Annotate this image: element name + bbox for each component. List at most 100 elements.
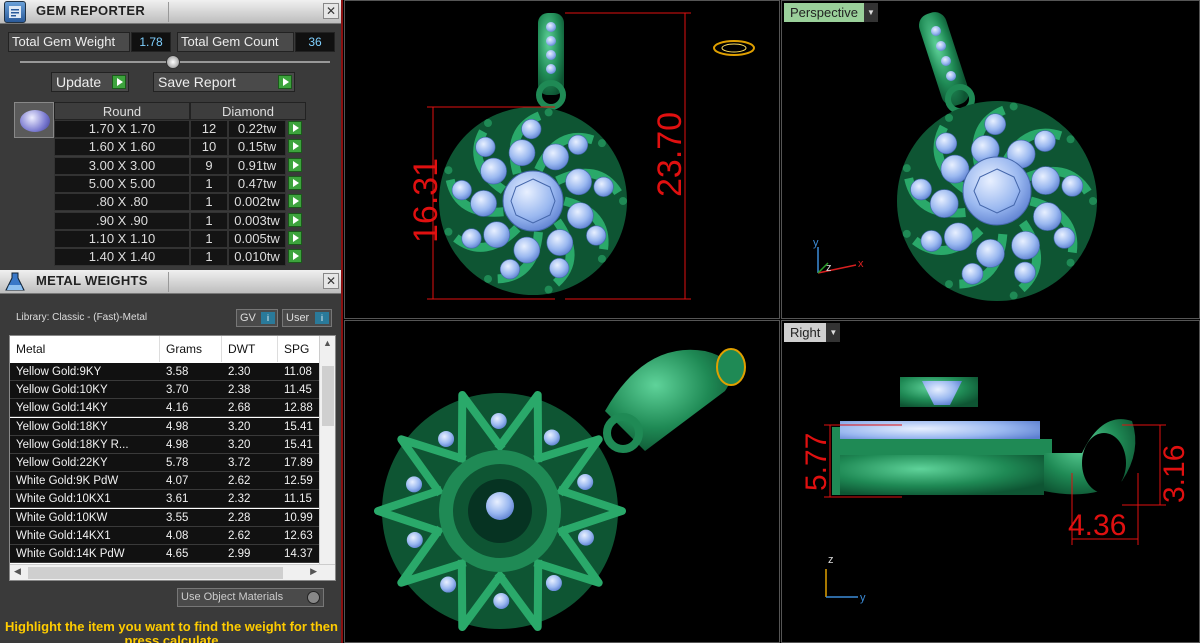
table-row[interactable]: White Gold:9K PdW 4.07 2.62 12.59: [10, 472, 320, 491]
gem-stone: [577, 473, 594, 490]
scroll-thumb[interactable]: [28, 567, 283, 579]
column-header-grams[interactable]: Grams: [160, 336, 222, 362]
prong-ball: [945, 280, 953, 289]
left-panel: GEM REPORTER ✕ Total Gem Weight 1.78 Tot…: [0, 0, 343, 643]
user-label: User: [286, 312, 310, 324]
axis-z-label: z: [828, 554, 834, 566]
table-row[interactable]: Yellow Gold:10KY 3.70 2.38 11.45: [10, 381, 320, 400]
vertical-scrollbar[interactable]: ▲: [319, 336, 335, 564]
gv-label: GV: [240, 312, 256, 324]
grams-cell: 3.55: [166, 511, 189, 524]
top-view-canvas: 16.31 23.70: [407, 12, 755, 300]
table-row[interactable]: White Gold:14K PdW 4.65 2.99 14.37: [10, 545, 320, 563]
play-icon[interactable]: [288, 249, 302, 264]
axis-gizmo: y x z: [813, 237, 864, 274]
close-icon[interactable]: ✕: [323, 3, 339, 19]
dwt-cell: 2.62: [228, 529, 251, 542]
round-gem-icon: [20, 110, 50, 132]
viewport-perspective[interactable]: y x z Perspective ▼: [781, 0, 1200, 319]
save-report-button[interactable]: Save Report: [153, 72, 295, 92]
gem-stone: [483, 221, 510, 248]
column-header-dwt[interactable]: DWT: [222, 336, 278, 362]
scroll-up-icon[interactable]: ▲: [323, 338, 332, 348]
play-icon[interactable]: [288, 121, 302, 135]
gv-toggle[interactable]: GV i: [236, 309, 278, 327]
viewport-label-perspective[interactable]: Perspective ▼: [784, 3, 878, 22]
table-row[interactable]: Yellow Gold:22KY 5.78 3.72 17.89: [10, 454, 320, 472]
gem-thumbnail[interactable]: [14, 102, 54, 138]
metal-weights-titlebar[interactable]: METAL WEIGHTS ✕: [0, 270, 341, 294]
table-row[interactable]: White Gold:10KW 3.55 2.28 10.99: [10, 508, 320, 527]
gem-stone: [451, 180, 472, 201]
library-label: Library: Classic - (Fast)-Metal: [16, 312, 148, 323]
use-object-materials-toggle[interactable]: Use Object Materials: [177, 588, 324, 607]
table-row[interactable]: White Gold:14KX1 4.08 2.62 12.63: [10, 526, 320, 545]
gem-stone: [546, 229, 574, 256]
gem-stone: [1053, 227, 1076, 249]
grams-cell: 4.98: [166, 420, 189, 433]
gem-stone: [593, 176, 614, 197]
viewport-right[interactable]: 5.77 3.16 4.36 z y Right ▼: [781, 320, 1200, 643]
total-gem-count-label: Total Gem Count: [177, 32, 294, 52]
grams-cell: 4.65: [166, 548, 189, 560]
gem-stone: [1011, 231, 1040, 260]
grams-cell: 4.98: [166, 438, 189, 451]
table-row[interactable]: Yellow Gold:14KY 4.16 2.68 12.88: [10, 399, 320, 418]
slider-handle[interactable]: [166, 55, 180, 69]
scroll-right-icon[interactable]: ▶: [310, 566, 317, 577]
table-row[interactable]: Yellow Gold:9KY 3.58 2.30 11.08: [10, 363, 320, 381]
gem-row[interactable]: 5.00 X 5.00 1 0.47tw: [54, 174, 316, 193]
column-header-spg[interactable]: SPG: [278, 336, 320, 362]
grams-cell: 4.08: [166, 529, 189, 542]
gem-row[interactable]: 1.40 X 1.40 1 0.010tw: [54, 248, 316, 267]
scroll-left-icon[interactable]: ◀: [14, 566, 21, 577]
gem-row[interactable]: 1.60 X 1.60 10 0.15tw: [54, 138, 316, 157]
play-icon[interactable]: [288, 212, 302, 227]
play-icon[interactable]: [288, 139, 302, 154]
spg-cell: 15.41: [284, 438, 313, 451]
gem-stone: [1034, 130, 1056, 152]
gem-stone: [976, 239, 1005, 268]
dwt-cell: 3.72: [228, 457, 251, 469]
viewport-front[interactable]: [344, 320, 780, 643]
play-icon[interactable]: [288, 157, 302, 172]
chevron-down-icon[interactable]: ▼: [863, 3, 878, 22]
gem-row[interactable]: 1.10 X 1.10 1 0.005tw: [54, 229, 316, 248]
user-toggle[interactable]: User i: [282, 309, 332, 327]
gem-row[interactable]: 1.70 X 1.70 12 0.22tw: [54, 120, 316, 138]
column-header-metal[interactable]: Metal: [10, 336, 160, 362]
grams-cell: 4.16: [166, 402, 189, 415]
viewport-label-right[interactable]: Right ▼: [784, 323, 841, 342]
gem-count-cell: 1: [190, 248, 228, 267]
play-icon[interactable]: [288, 194, 302, 209]
horizontal-scrollbar[interactable]: ◀ ▶: [10, 564, 335, 580]
table-row[interactable]: White Gold:10KX1 3.61 2.32 11.15: [10, 490, 320, 509]
gem-stone: [493, 592, 510, 609]
gem-row[interactable]: .80 X .80 1 0.002tw: [54, 193, 316, 212]
metal-name-cell: Yellow Gold:14KY: [16, 402, 108, 415]
gem-weight-cell: 0.005tw: [228, 229, 286, 248]
table-row[interactable]: Yellow Gold:18KY R... 4.98 3.20 15.41: [10, 435, 320, 454]
update-button[interactable]: Update: [51, 72, 129, 92]
prong-ball: [484, 119, 492, 128]
dwt-cell: 2.28: [228, 511, 251, 524]
gem-row[interactable]: .90 X .90 1 0.003tw: [54, 211, 316, 230]
gem-stone: [406, 476, 423, 493]
gem-marker-icon[interactable]: [713, 40, 755, 56]
table-row[interactable]: Yellow Gold:18KY 4.98 3.20 15.41: [10, 417, 320, 436]
gem-reporter-titlebar[interactable]: GEM REPORTER ✕: [0, 0, 341, 24]
chevron-down-icon[interactable]: ▼: [826, 323, 841, 342]
gem-row[interactable]: 3.00 X 3.00 9 0.91tw: [54, 156, 316, 175]
gem-count-cell: 1: [190, 193, 228, 212]
metal-weights-title: METAL WEIGHTS: [36, 273, 148, 288]
pendant-head: [439, 107, 627, 295]
prong-ball: [1009, 102, 1018, 111]
play-icon[interactable]: [288, 230, 302, 245]
viewport-top[interactable]: 16.31 23.70: [344, 0, 780, 319]
gem-stone: [542, 143, 569, 171]
gem-weight-cell: 0.010tw: [228, 248, 286, 267]
scroll-thumb[interactable]: [322, 366, 334, 426]
play-icon[interactable]: [288, 175, 302, 190]
close-icon[interactable]: ✕: [323, 273, 339, 289]
metal-name-cell: Yellow Gold:18KY R...: [16, 438, 129, 451]
